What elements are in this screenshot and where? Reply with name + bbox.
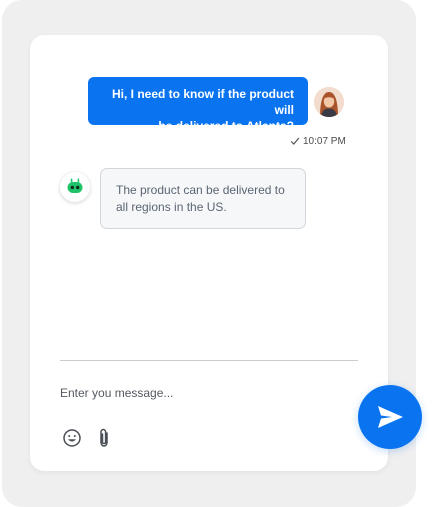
bot-message-line: The product can be delivered to [116,183,285,197]
send-button[interactable] [358,385,422,449]
attach-button[interactable] [96,427,112,449]
emoji-button[interactable] [62,428,82,448]
message-input[interactable] [60,383,340,403]
user-avatar [314,87,344,117]
message-timestamp: 10:07 PM [290,134,360,148]
robot-icon [67,178,83,193]
user-message-line: Hi, I need to know if the product will [112,87,294,117]
user-message-line: be delivered to Atlanta? [158,119,294,133]
paper-plane-icon [378,406,403,428]
bot-avatar [60,172,90,202]
user-message-bubble: Hi, I need to know if the product will b… [88,77,308,133]
composer-divider [60,360,358,361]
paperclip-icon [100,428,108,447]
smiley-icon [63,429,81,447]
check-icon [290,137,300,145]
bot-message-line: all regions in the US. [116,200,227,214]
bot-message-bubble: The product can be delivered to all regi… [100,168,306,229]
timestamp-text: 10:07 PM [303,135,346,147]
